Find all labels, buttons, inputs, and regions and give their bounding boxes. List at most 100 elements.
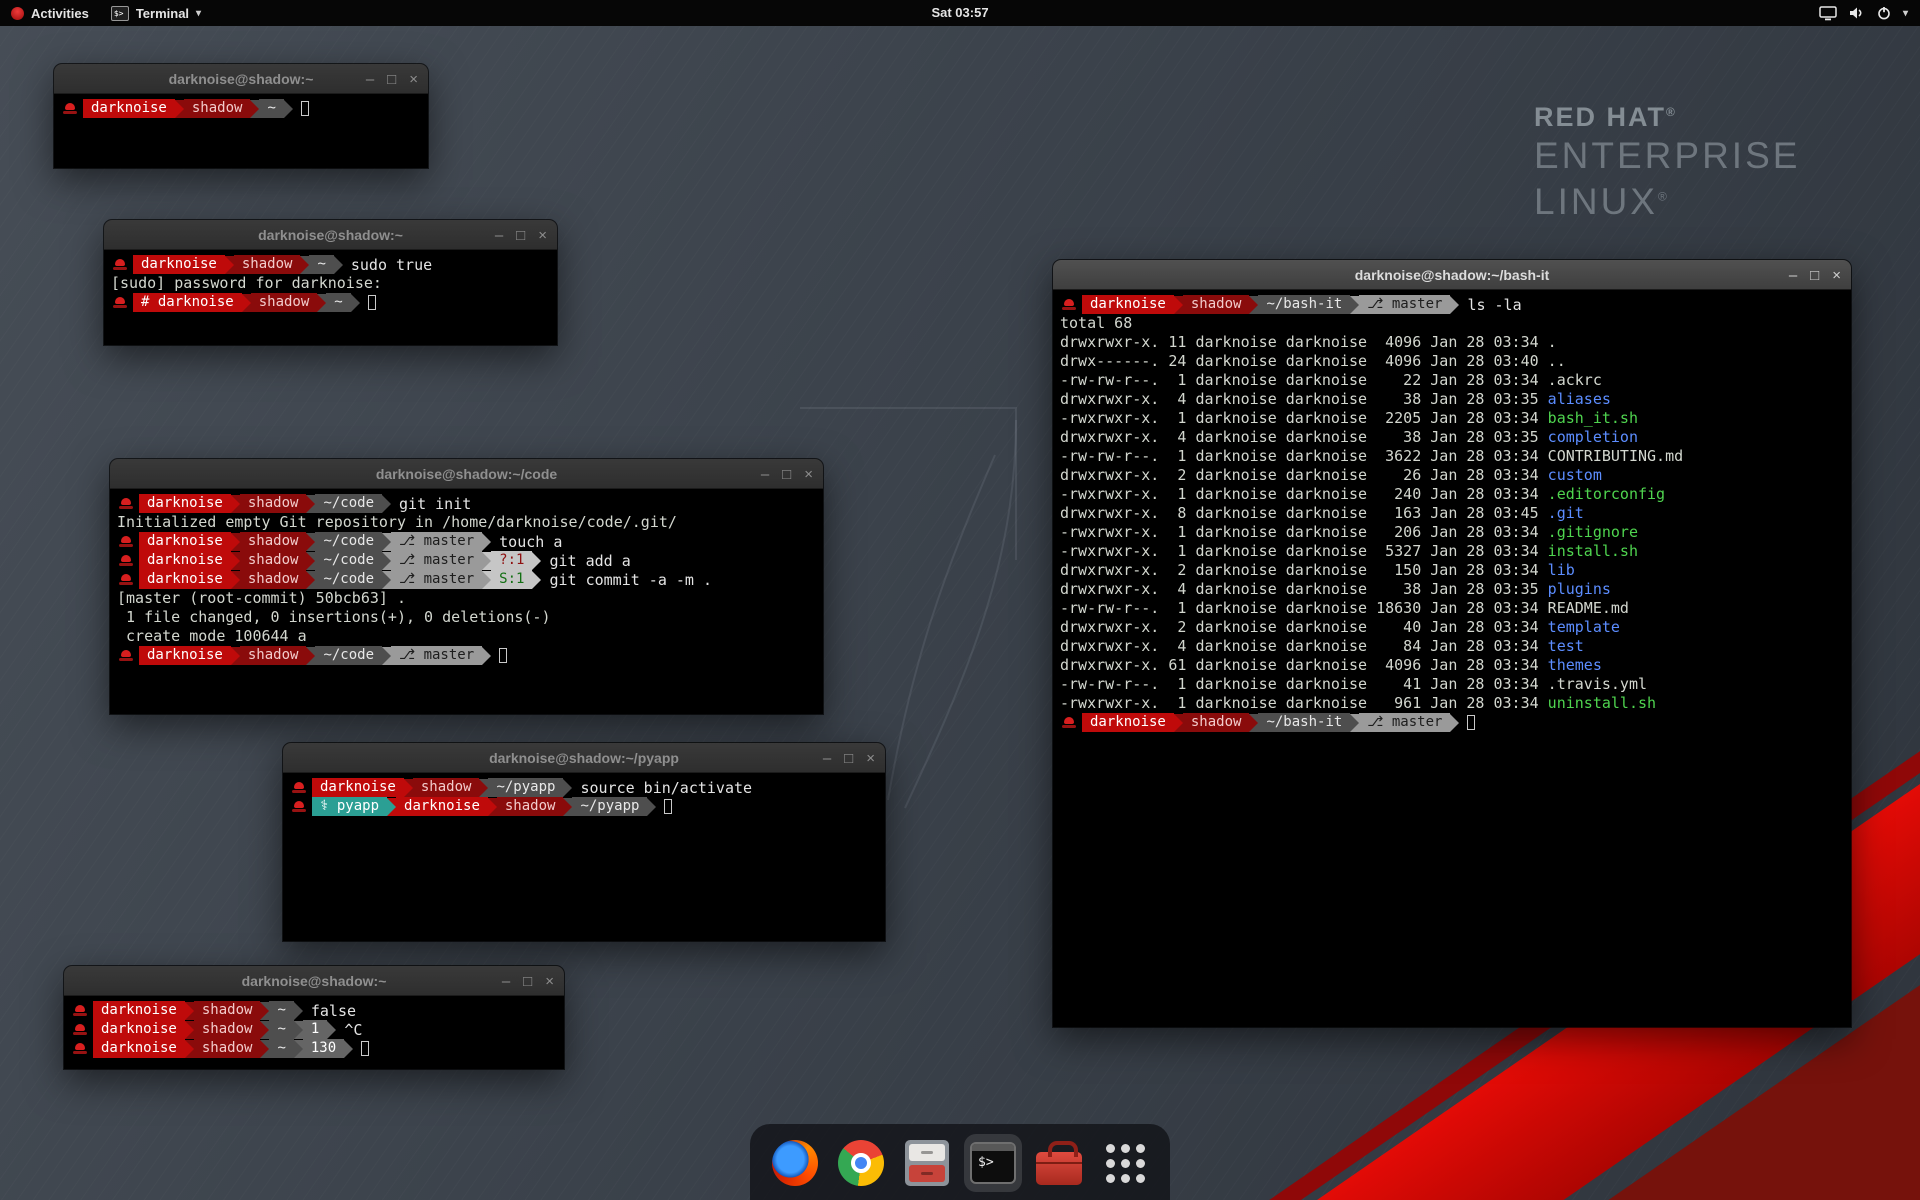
prompt-segment-path: ~/code xyxy=(315,551,382,570)
powerline-arrow-icon xyxy=(1450,296,1459,314)
window-titlebar[interactable]: darknoise@shadow:~–□× xyxy=(104,220,557,250)
maximize-button[interactable]: □ xyxy=(844,751,853,766)
filename: .git xyxy=(1548,504,1584,522)
prompt-segment-path: ~/bash-it xyxy=(1258,713,1350,732)
ls-attributes: drwxrwxr-x. 61 darknoise darknoise 4096 … xyxy=(1060,656,1548,674)
ls-attributes: -rwxrwxr-x. 1 darknoise darknoise 240 Ja… xyxy=(1060,485,1548,503)
system-menu[interactable]: ▾ xyxy=(1807,0,1920,26)
close-button[interactable]: × xyxy=(545,974,554,989)
powerline-arrow-icon xyxy=(231,647,240,665)
window-titlebar[interactable]: darknoise@shadow:~/pyapp–□× xyxy=(283,743,885,773)
maximize-button[interactable]: □ xyxy=(516,228,525,243)
activities-label: Activities xyxy=(31,6,89,21)
desktop: RED HAT® ENTERPRISE LINUX® darknoise@sha… xyxy=(0,0,1920,1200)
filename: plugins xyxy=(1548,580,1611,598)
maximize-button[interactable]: □ xyxy=(523,974,532,989)
terminal-window-5[interactable]: darknoise@shadow:~–□×darknoiseshadow~fal… xyxy=(64,966,564,1069)
dock-item-chrome[interactable] xyxy=(832,1134,890,1192)
powerline-arrow-icon xyxy=(185,1021,194,1039)
terminal-body[interactable]: darknoiseshadow~falsedarknoiseshadow~1^C… xyxy=(64,996,564,1063)
minimize-button[interactable]: – xyxy=(366,72,374,87)
powerline-arrow-icon xyxy=(482,571,491,589)
output-line: create mode 100644 a xyxy=(117,627,816,646)
output-line: total 68 xyxy=(1060,314,1844,333)
terminal-body[interactable]: darknoiseshadow~/bash-it⎇ masterls -lato… xyxy=(1053,290,1851,737)
powerline-arrow-icon xyxy=(351,294,360,312)
terminal-body[interactable]: darknoiseshadow~/pyappsource bin/activat… xyxy=(283,773,885,821)
minimize-button[interactable]: – xyxy=(761,467,769,482)
minimize-button[interactable]: – xyxy=(823,751,831,766)
maximize-button[interactable]: □ xyxy=(387,72,396,87)
terminal-window-4[interactable]: darknoise@shadow:~/pyapp–□×darknoiseshad… xyxy=(283,743,885,941)
powerline-arrow-icon xyxy=(1249,714,1258,732)
powerline-arrow-icon xyxy=(482,533,491,551)
maximize-button[interactable]: □ xyxy=(782,467,791,482)
terminal-cursor xyxy=(301,101,309,116)
toolbox-icon xyxy=(1036,1152,1082,1185)
terminal-app-icon: $> xyxy=(970,1142,1016,1184)
close-button[interactable]: × xyxy=(866,751,875,766)
app-menu[interactable]: $> Terminal ▾ xyxy=(100,0,212,26)
close-button[interactable]: × xyxy=(804,467,813,482)
ls-attributes: -rwxrwxr-x. 1 darknoise darknoise 206 Ja… xyxy=(1060,523,1548,541)
window-titlebar[interactable]: darknoise@shadow:~/bash-it–□× xyxy=(1053,260,1851,290)
terminal-window-3[interactable]: darknoise@shadow:~/code–□×darknoiseshado… xyxy=(110,459,823,714)
terminal-body[interactable]: darknoiseshadow~sudo true[sudo] password… xyxy=(104,250,557,317)
terminal-body[interactable]: darknoiseshadow~/codegit initInitialized… xyxy=(110,489,823,670)
prompt-segment-host: shadow xyxy=(234,255,301,274)
redhat-logo-icon xyxy=(11,7,24,20)
ls-line: drwxrwxr-x. 11 darknoise darknoise 4096 … xyxy=(1060,333,1844,352)
firefox-icon xyxy=(772,1140,818,1186)
ls-attributes: -rw-rw-r--. 1 darknoise darknoise 41 Jan… xyxy=(1060,675,1548,693)
terminal-cursor xyxy=(1467,715,1475,730)
prompt-segment-path: ~/pyapp xyxy=(488,778,563,797)
window-titlebar[interactable]: darknoise@shadow:~/code–□× xyxy=(110,459,823,489)
powerline-arrow-icon xyxy=(382,647,391,665)
prompt-segment-path: ~ xyxy=(269,1001,293,1020)
powerline-arrow-icon xyxy=(250,100,259,118)
filename: custom xyxy=(1548,466,1602,484)
prompt-segment-path: ~ xyxy=(259,99,283,118)
dock-item-app-grid[interactable] xyxy=(1096,1134,1154,1192)
minimize-button[interactable]: – xyxy=(502,974,510,989)
powerline-arrow-icon xyxy=(344,1040,353,1058)
dock-item-firefox[interactable] xyxy=(766,1134,824,1192)
prompt-line: darknoiseshadow~/code⎇ master?:1git add … xyxy=(117,551,816,570)
maximize-button[interactable]: □ xyxy=(1810,268,1819,283)
dock-item-terminal[interactable]: $> xyxy=(964,1134,1022,1192)
prompt-line: # darknoiseshadow~ xyxy=(111,293,550,312)
window-titlebar[interactable]: darknoise@shadow:~–□× xyxy=(64,966,564,996)
powerline-arrow-icon xyxy=(382,533,391,551)
minimize-button[interactable]: – xyxy=(495,228,503,243)
terminal-body[interactable]: darknoiseshadow~ xyxy=(54,94,428,123)
prompt-segment-user: darknoise xyxy=(93,1001,185,1020)
redhat-prompt-icon xyxy=(119,555,133,566)
output-line: [sudo] password for darknoise: xyxy=(111,274,550,293)
redhat-prompt-icon xyxy=(73,1005,87,1016)
branding-linux: LINUX® xyxy=(1534,179,1800,225)
filename: . xyxy=(1548,333,1557,351)
close-button[interactable]: × xyxy=(409,72,418,87)
dock-item-toolbox[interactable] xyxy=(1030,1134,1088,1192)
close-button[interactable]: × xyxy=(1832,268,1841,283)
window-controls: –□ × xyxy=(502,966,554,996)
clock[interactable]: Sat 03:57 xyxy=(931,0,988,26)
prompt-segment-git: ⎇ master xyxy=(391,570,482,589)
powerline-arrow-icon xyxy=(327,1021,336,1039)
dock-item-files[interactable] xyxy=(898,1134,956,1192)
window-titlebar[interactable]: darknoise@shadow:~–□× xyxy=(54,64,428,94)
app-menu-label: Terminal xyxy=(136,6,189,21)
display-icon xyxy=(1819,6,1837,21)
prompt-segment-path: ~ xyxy=(326,293,350,312)
terminal-window-1[interactable]: darknoise@shadow:~–□×darknoiseshadow~ xyxy=(54,64,428,168)
terminal-window-6[interactable]: darknoise@shadow:~/bash-it–□×darknoisesh… xyxy=(1053,260,1851,1027)
terminal-window-2[interactable]: darknoise@shadow:~–□×darknoiseshadow~sud… xyxy=(104,220,557,345)
close-button[interactable]: × xyxy=(538,228,547,243)
ls-line: -rwxrwxr-x. 1 darknoise darknoise 961 Ja… xyxy=(1060,694,1844,713)
powerline-arrow-icon xyxy=(1350,714,1359,732)
power-icon xyxy=(1877,6,1891,20)
filename: .. xyxy=(1548,352,1566,370)
activities-button[interactable]: Activities xyxy=(0,0,100,26)
minimize-button[interactable]: – xyxy=(1789,268,1797,283)
top-bar: Activities $> Terminal ▾ Sat 03:57 ▾ xyxy=(0,0,1920,26)
